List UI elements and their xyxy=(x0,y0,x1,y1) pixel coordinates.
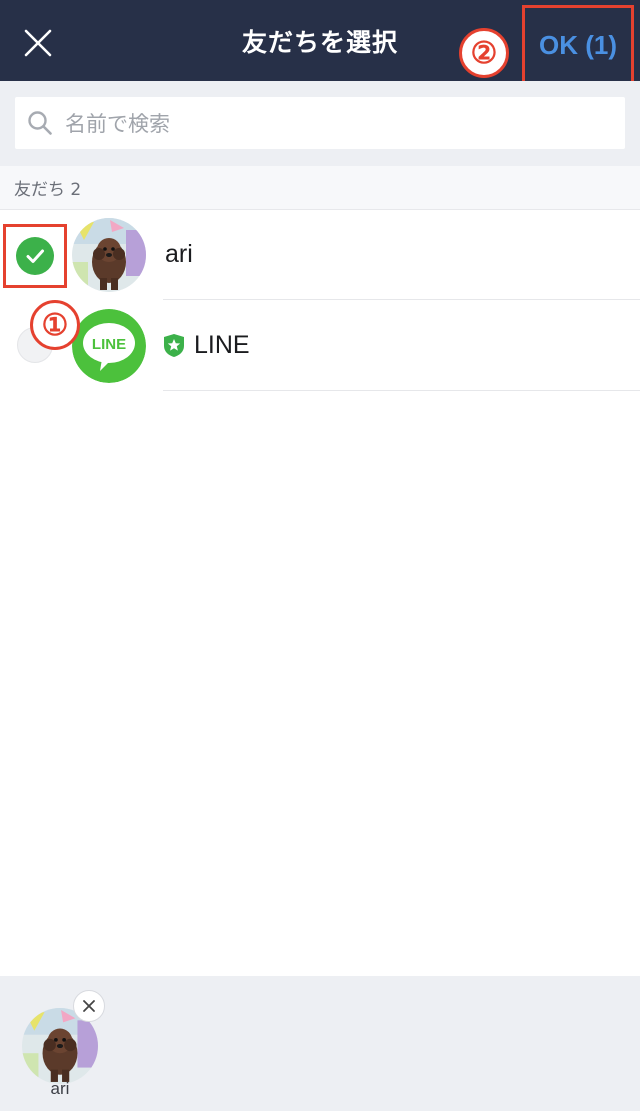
friend-row-ari[interactable]: ari xyxy=(0,209,640,300)
friend-name-wrap: LINE xyxy=(163,300,250,391)
search-input[interactable]: 名前で検索 xyxy=(15,97,625,149)
selected-friend-name: ari xyxy=(50,1079,70,1098)
friend-row-line[interactable]: LINE LINE xyxy=(0,300,640,391)
divider xyxy=(163,390,640,391)
search-icon xyxy=(28,111,52,135)
avatar: LINE xyxy=(72,309,146,383)
search-area: 名前で検索 xyxy=(0,81,640,166)
checkmark-icon xyxy=(26,249,44,263)
avatar xyxy=(72,218,146,292)
dog-photo-icon xyxy=(72,218,146,292)
friend-name: LINE xyxy=(194,331,250,359)
checked-checkbox[interactable] xyxy=(16,237,54,275)
annotation-step-two: ② xyxy=(459,28,509,78)
close-icon xyxy=(83,1000,95,1012)
remove-selected-button[interactable] xyxy=(73,990,105,1022)
line-logo-text: LINE xyxy=(92,336,126,353)
selected-friends-tray: ari xyxy=(0,976,640,1111)
search-placeholder: 名前で検索 xyxy=(65,112,170,136)
selected-friend-ari[interactable]: ari xyxy=(18,990,105,1100)
line-logo-icon: LINE xyxy=(72,309,146,383)
friend-name: ari xyxy=(165,240,193,268)
selection-highlight[interactable] xyxy=(3,224,67,288)
annotation-step-one: ① xyxy=(30,300,80,350)
section-header-friends: 友だち 2 xyxy=(0,166,640,210)
shield-star-icon xyxy=(163,333,185,358)
